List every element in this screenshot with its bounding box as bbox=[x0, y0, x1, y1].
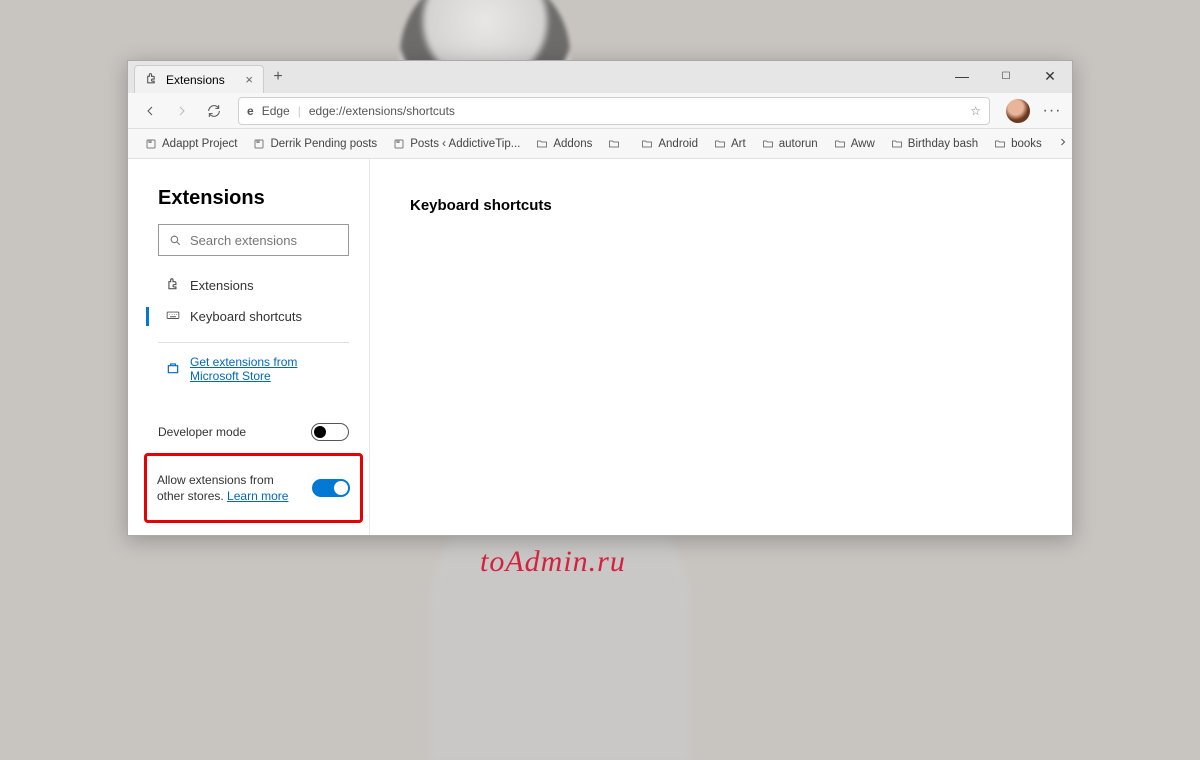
address-bar[interactable]: e Edge | edge://extensions/shortcuts ☆ bbox=[238, 97, 990, 125]
main-panel: Keyboard shortcuts bbox=[370, 159, 1072, 535]
nav-label: Extensions bbox=[190, 278, 254, 293]
browser-window: Extensions × + — ☐ ✕ e Edge | edge://ext… bbox=[127, 60, 1073, 536]
maximize-button[interactable]: ☐ bbox=[984, 61, 1028, 91]
developer-mode-toggle[interactable] bbox=[311, 423, 349, 441]
titlebar: Extensions × + — ☐ ✕ bbox=[128, 61, 1072, 93]
bookmark-item[interactable]: Posts ‹ AddictiveTip... bbox=[386, 134, 527, 154]
edge-icon: e bbox=[247, 104, 254, 118]
watermark: toAdmin.ru bbox=[480, 545, 626, 579]
allow-other-stores-row: Allow extensions from other stores. Lear… bbox=[157, 462, 350, 514]
separator: | bbox=[298, 104, 301, 118]
learn-more-link[interactable]: Learn more bbox=[227, 489, 288, 503]
bookmark-folder[interactable]: Addons bbox=[529, 134, 599, 154]
page-heading: Keyboard shortcuts bbox=[410, 197, 1032, 214]
window-controls: — ☐ ✕ bbox=[940, 61, 1072, 91]
toolbar: e Edge | edge://extensions/shortcuts ☆ ·… bbox=[128, 93, 1072, 129]
search-placeholder: Search extensions bbox=[190, 233, 297, 248]
bookmark-folder[interactable]: Aww bbox=[827, 134, 882, 154]
close-window-button[interactable]: ✕ bbox=[1028, 61, 1072, 91]
minimize-button[interactable]: — bbox=[940, 61, 984, 91]
bookmark-item[interactable]: Adappt Project bbox=[138, 134, 244, 154]
browser-tab[interactable]: Extensions × bbox=[134, 65, 264, 93]
extensions-sidebar: Extensions Search extensions Extensions … bbox=[128, 159, 370, 535]
tab-title: Extensions bbox=[166, 73, 225, 87]
page-content: Extensions Search extensions Extensions … bbox=[128, 159, 1072, 535]
scheme-label: Edge bbox=[262, 104, 290, 118]
url-text: edge://extensions/shortcuts bbox=[309, 104, 455, 118]
new-tab-button[interactable]: + bbox=[264, 61, 292, 93]
nav-label: Keyboard shortcuts bbox=[190, 309, 302, 324]
allow-other-stores-toggle[interactable] bbox=[312, 479, 350, 497]
search-extensions-input[interactable]: Search extensions bbox=[158, 224, 349, 256]
bookmark-folder[interactable]: Art bbox=[707, 134, 753, 154]
store-icon bbox=[166, 361, 180, 378]
highlight-annotation: Allow extensions from other stores. Lear… bbox=[144, 453, 363, 523]
extensions-icon bbox=[166, 277, 180, 294]
bookmark-item[interactable]: Derrik Pending posts bbox=[246, 134, 384, 154]
bookmark-folder[interactable]: Birthday bash bbox=[884, 134, 985, 154]
extensions-icon bbox=[145, 72, 158, 88]
back-button[interactable] bbox=[136, 97, 164, 125]
bookmark-folder[interactable]: books bbox=[987, 134, 1049, 154]
sidebar-heading: Extensions bbox=[158, 187, 349, 210]
bookmarks-bar: Adappt Project Derrik Pending posts Post… bbox=[128, 129, 1072, 159]
bookmark-folder[interactable]: autorun bbox=[755, 134, 825, 154]
bookmarks-overflow-button[interactable] bbox=[1051, 132, 1072, 155]
bookmark-folder[interactable]: Android bbox=[634, 134, 705, 154]
get-extensions-link[interactable]: Get extensions from Microsoft Store bbox=[190, 355, 345, 383]
allow-other-stores-label: Allow extensions from other stores. Lear… bbox=[157, 472, 302, 504]
keyboard-icon bbox=[166, 308, 180, 325]
sidebar-nav: Extensions Keyboard shortcuts bbox=[158, 270, 349, 343]
bookmark-folder[interactable] bbox=[601, 134, 632, 154]
nav-item-keyboard-shortcuts[interactable]: Keyboard shortcuts bbox=[158, 301, 349, 332]
close-tab-button[interactable]: × bbox=[245, 72, 253, 87]
more-menu-button[interactable]: ··· bbox=[1040, 102, 1064, 120]
developer-mode-row: Developer mode bbox=[158, 413, 349, 451]
forward-button[interactable] bbox=[168, 97, 196, 125]
developer-mode-label: Developer mode bbox=[158, 424, 301, 440]
favorite-star-icon[interactable]: ☆ bbox=[970, 104, 981, 118]
store-link-row: Get extensions from Microsoft Store bbox=[158, 343, 349, 390]
refresh-button[interactable] bbox=[200, 97, 228, 125]
nav-item-extensions[interactable]: Extensions bbox=[158, 270, 349, 301]
profile-avatar[interactable] bbox=[1006, 99, 1030, 123]
